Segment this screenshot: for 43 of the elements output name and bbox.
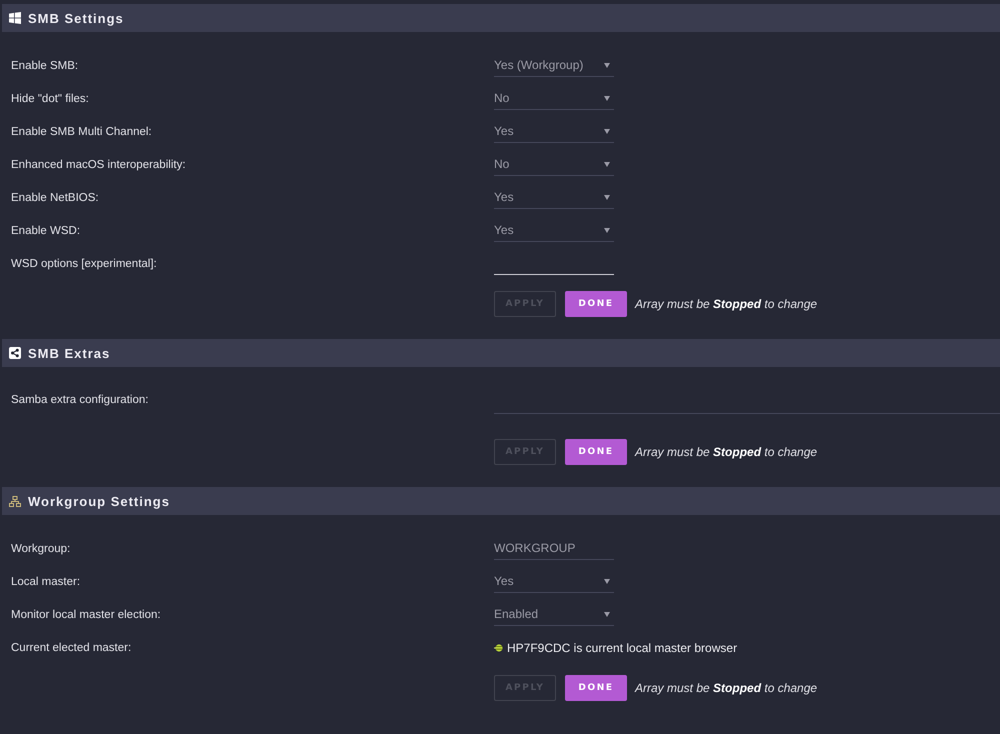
caret-icon — [604, 162, 610, 166]
dropdown[interactable]: Yes — [494, 120, 614, 142]
field-label: Enhanced macOS interoperability: — [11, 158, 186, 170]
caret-icon — [604, 578, 610, 584]
section-title: Workgroup Settings — [28, 494, 170, 508]
status-text: HP7F9CDC is current local master browser — [507, 640, 738, 654]
dropdown[interactable]: Yes (Workgroup) — [494, 54, 614, 76]
status-icon — [494, 644, 503, 652]
dropdown[interactable]: Yes — [494, 220, 614, 242]
field-label: Enable NetBIOS: — [11, 192, 99, 204]
status-note: Array must be Stopped to change — [635, 445, 818, 459]
caret-icon — [604, 228, 610, 232]
caret-icon — [604, 612, 610, 616]
dropdown[interactable]: No — [494, 154, 614, 176]
caret-icon — [604, 194, 610, 200]
field-label: WSD options [experimental]: — [11, 258, 157, 270]
done-button[interactable]: DONE — [565, 675, 627, 701]
field-label: Local master: — [11, 576, 80, 588]
windows-logo-icon — [9, 12, 21, 24]
section-title: SMB Settings — [28, 10, 124, 26]
field-label: Current elected master: — [11, 642, 132, 654]
status-note: Array must be Stopped to change — [635, 297, 818, 311]
field-label: Enable SMB Multi Channel: — [11, 126, 152, 138]
dropdown[interactable]: Enabled — [494, 604, 614, 626]
field-label: Monitor local master election: — [11, 608, 161, 620]
section-title: SMB Extras — [28, 346, 110, 360]
input-field[interactable]: WORKGROUP — [494, 538, 614, 560]
field-label: Enable WSD: — [11, 224, 80, 236]
dropdown[interactable]: No — [494, 88, 614, 110]
caret-icon — [604, 128, 610, 134]
status-note: Array must be Stopped to change — [635, 681, 818, 695]
share-icon — [9, 347, 21, 359]
field-label: Workgroup: — [11, 542, 70, 554]
done-button[interactable]: DONE — [565, 439, 627, 465]
caret-icon — [604, 62, 610, 68]
dropdown[interactable]: Yes — [494, 186, 614, 208]
field-label: Samba extra configuration: — [11, 393, 148, 406]
field-label: Hide "dot" files: — [11, 92, 89, 104]
dropdown[interactable]: Yes — [494, 570, 614, 592]
field-label: Enable SMB: — [11, 60, 78, 72]
network-icon — [9, 496, 21, 506]
done-button[interactable]: DONE — [565, 291, 627, 317]
caret-icon — [604, 96, 610, 100]
